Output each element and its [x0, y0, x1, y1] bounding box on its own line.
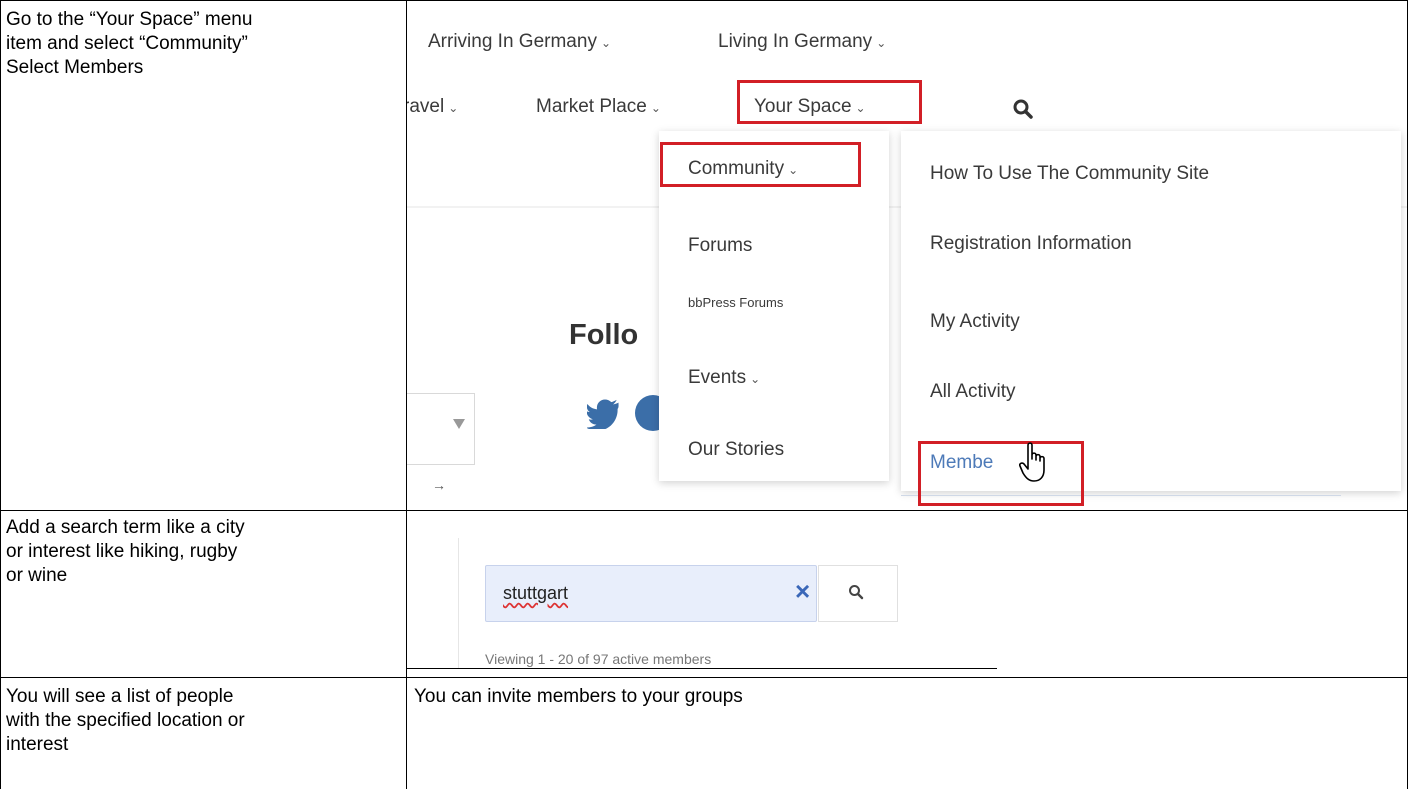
forums-item[interactable]: Forums	[688, 235, 752, 257]
chevron-down-icon: ⌄	[600, 36, 612, 50]
our-stories-item[interactable]: Our Stories	[688, 439, 784, 461]
nav-arriving[interactable]: Arriving In Germany ⌄	[428, 31, 611, 53]
table-border-row2	[0, 677, 1408, 678]
twitter-icon[interactable]	[587, 399, 623, 429]
row1-line1: Go to the “Your Space” menu	[6, 9, 253, 30]
chevron-down-icon: ⌄	[750, 372, 761, 386]
select-arrow-icon	[453, 419, 465, 429]
how-to-use-item[interactable]: How To Use The Community Site	[930, 163, 1209, 185]
search-icon[interactable]	[1012, 98, 1034, 120]
row2-line3: or wine	[6, 565, 68, 586]
table-border-row1	[0, 510, 1408, 511]
search-value: stuttgart	[503, 583, 569, 603]
chevron-down-icon: ⌄	[650, 101, 661, 115]
search-panel-border	[458, 538, 459, 668]
nav-market-label: Market Place	[536, 96, 647, 117]
nav-living-label: Living In Germany	[718, 31, 873, 52]
menu-screenshot: Arriving In Germany ⌄ Living In Germany ⌄ …	[407, 1, 1407, 509]
nav-arriving-label: Arriving In Germany	[428, 31, 597, 52]
search-icon	[849, 585, 864, 600]
events-label: Events	[688, 367, 747, 388]
row1-line3: Select Members	[6, 57, 144, 78]
chevron-down-icon: ⌄	[876, 36, 887, 50]
row3-line3: interest	[6, 734, 69, 755]
all-activity-item[interactable]: All Activity	[930, 381, 1016, 403]
row3-instruction: You will see a list of people with the s…	[6, 685, 245, 757]
row2-line1: Add a search term like a city	[6, 517, 245, 538]
nav-living[interactable]: Living In Germany ⌄	[718, 31, 886, 53]
viewing-count-text: Viewing 1 - 20 of 97 active members	[485, 651, 712, 667]
row2-instruction: Add a search term like a city or interes…	[6, 516, 245, 588]
nav-travel-label: ravel	[407, 96, 445, 117]
row3-line1: You will see a list of people	[6, 686, 234, 707]
follow-heading: Follo	[569, 319, 639, 351]
my-activity-item[interactable]: My Activity	[930, 311, 1020, 333]
hand-cursor-icon	[1019, 442, 1045, 482]
chevron-down-icon: ⌄	[448, 101, 459, 115]
events-item[interactable]: Events ⌄	[688, 367, 760, 389]
row2-line2: or interest like hiking, rugby	[6, 541, 238, 562]
nav-travel[interactable]: ravel ⌄	[407, 96, 458, 118]
bbpress-forums-item[interactable]: bbPress Forums	[688, 295, 783, 310]
row1-instruction: Go to the “Your Space” menu item and sel…	[6, 8, 252, 80]
search-bottom-rule	[407, 668, 997, 669]
community-highlight	[660, 142, 861, 187]
table-border-left	[0, 0, 1, 789]
clear-search-icon[interactable]: ×	[795, 578, 810, 604]
arrow-right-icon: →	[432, 477, 446, 493]
row1-line2: item and select “Community”	[6, 33, 248, 54]
row3-note: You can invite members to your groups	[414, 686, 743, 707]
nav-market-place[interactable]: Market Place ⌄	[536, 96, 661, 118]
select-fragment[interactable]	[407, 393, 475, 465]
your-space-highlight	[737, 80, 922, 124]
members-highlight	[918, 441, 1084, 506]
row3-line2: with the specified location or	[6, 710, 245, 731]
registration-info-item[interactable]: Registration Information	[930, 233, 1132, 255]
